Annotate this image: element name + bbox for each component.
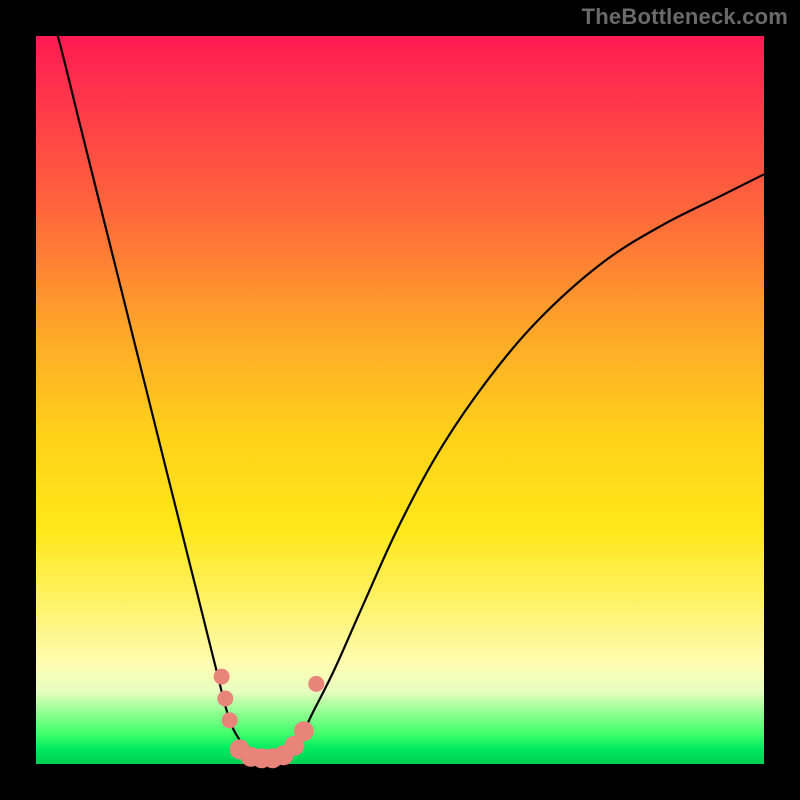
- watermark-text: TheBottleneck.com: [582, 4, 788, 30]
- chart-svg: [36, 36, 764, 764]
- marker-dot: [217, 691, 233, 707]
- chart-plot-area: [36, 36, 764, 764]
- right-curve-line: [284, 174, 765, 760]
- marker-dot: [294, 721, 314, 741]
- left-curve-line: [36, 0, 254, 760]
- bottleneck-markers: [214, 669, 325, 769]
- marker-dot: [308, 676, 324, 692]
- marker-dot: [214, 669, 230, 685]
- marker-dot: [222, 712, 238, 728]
